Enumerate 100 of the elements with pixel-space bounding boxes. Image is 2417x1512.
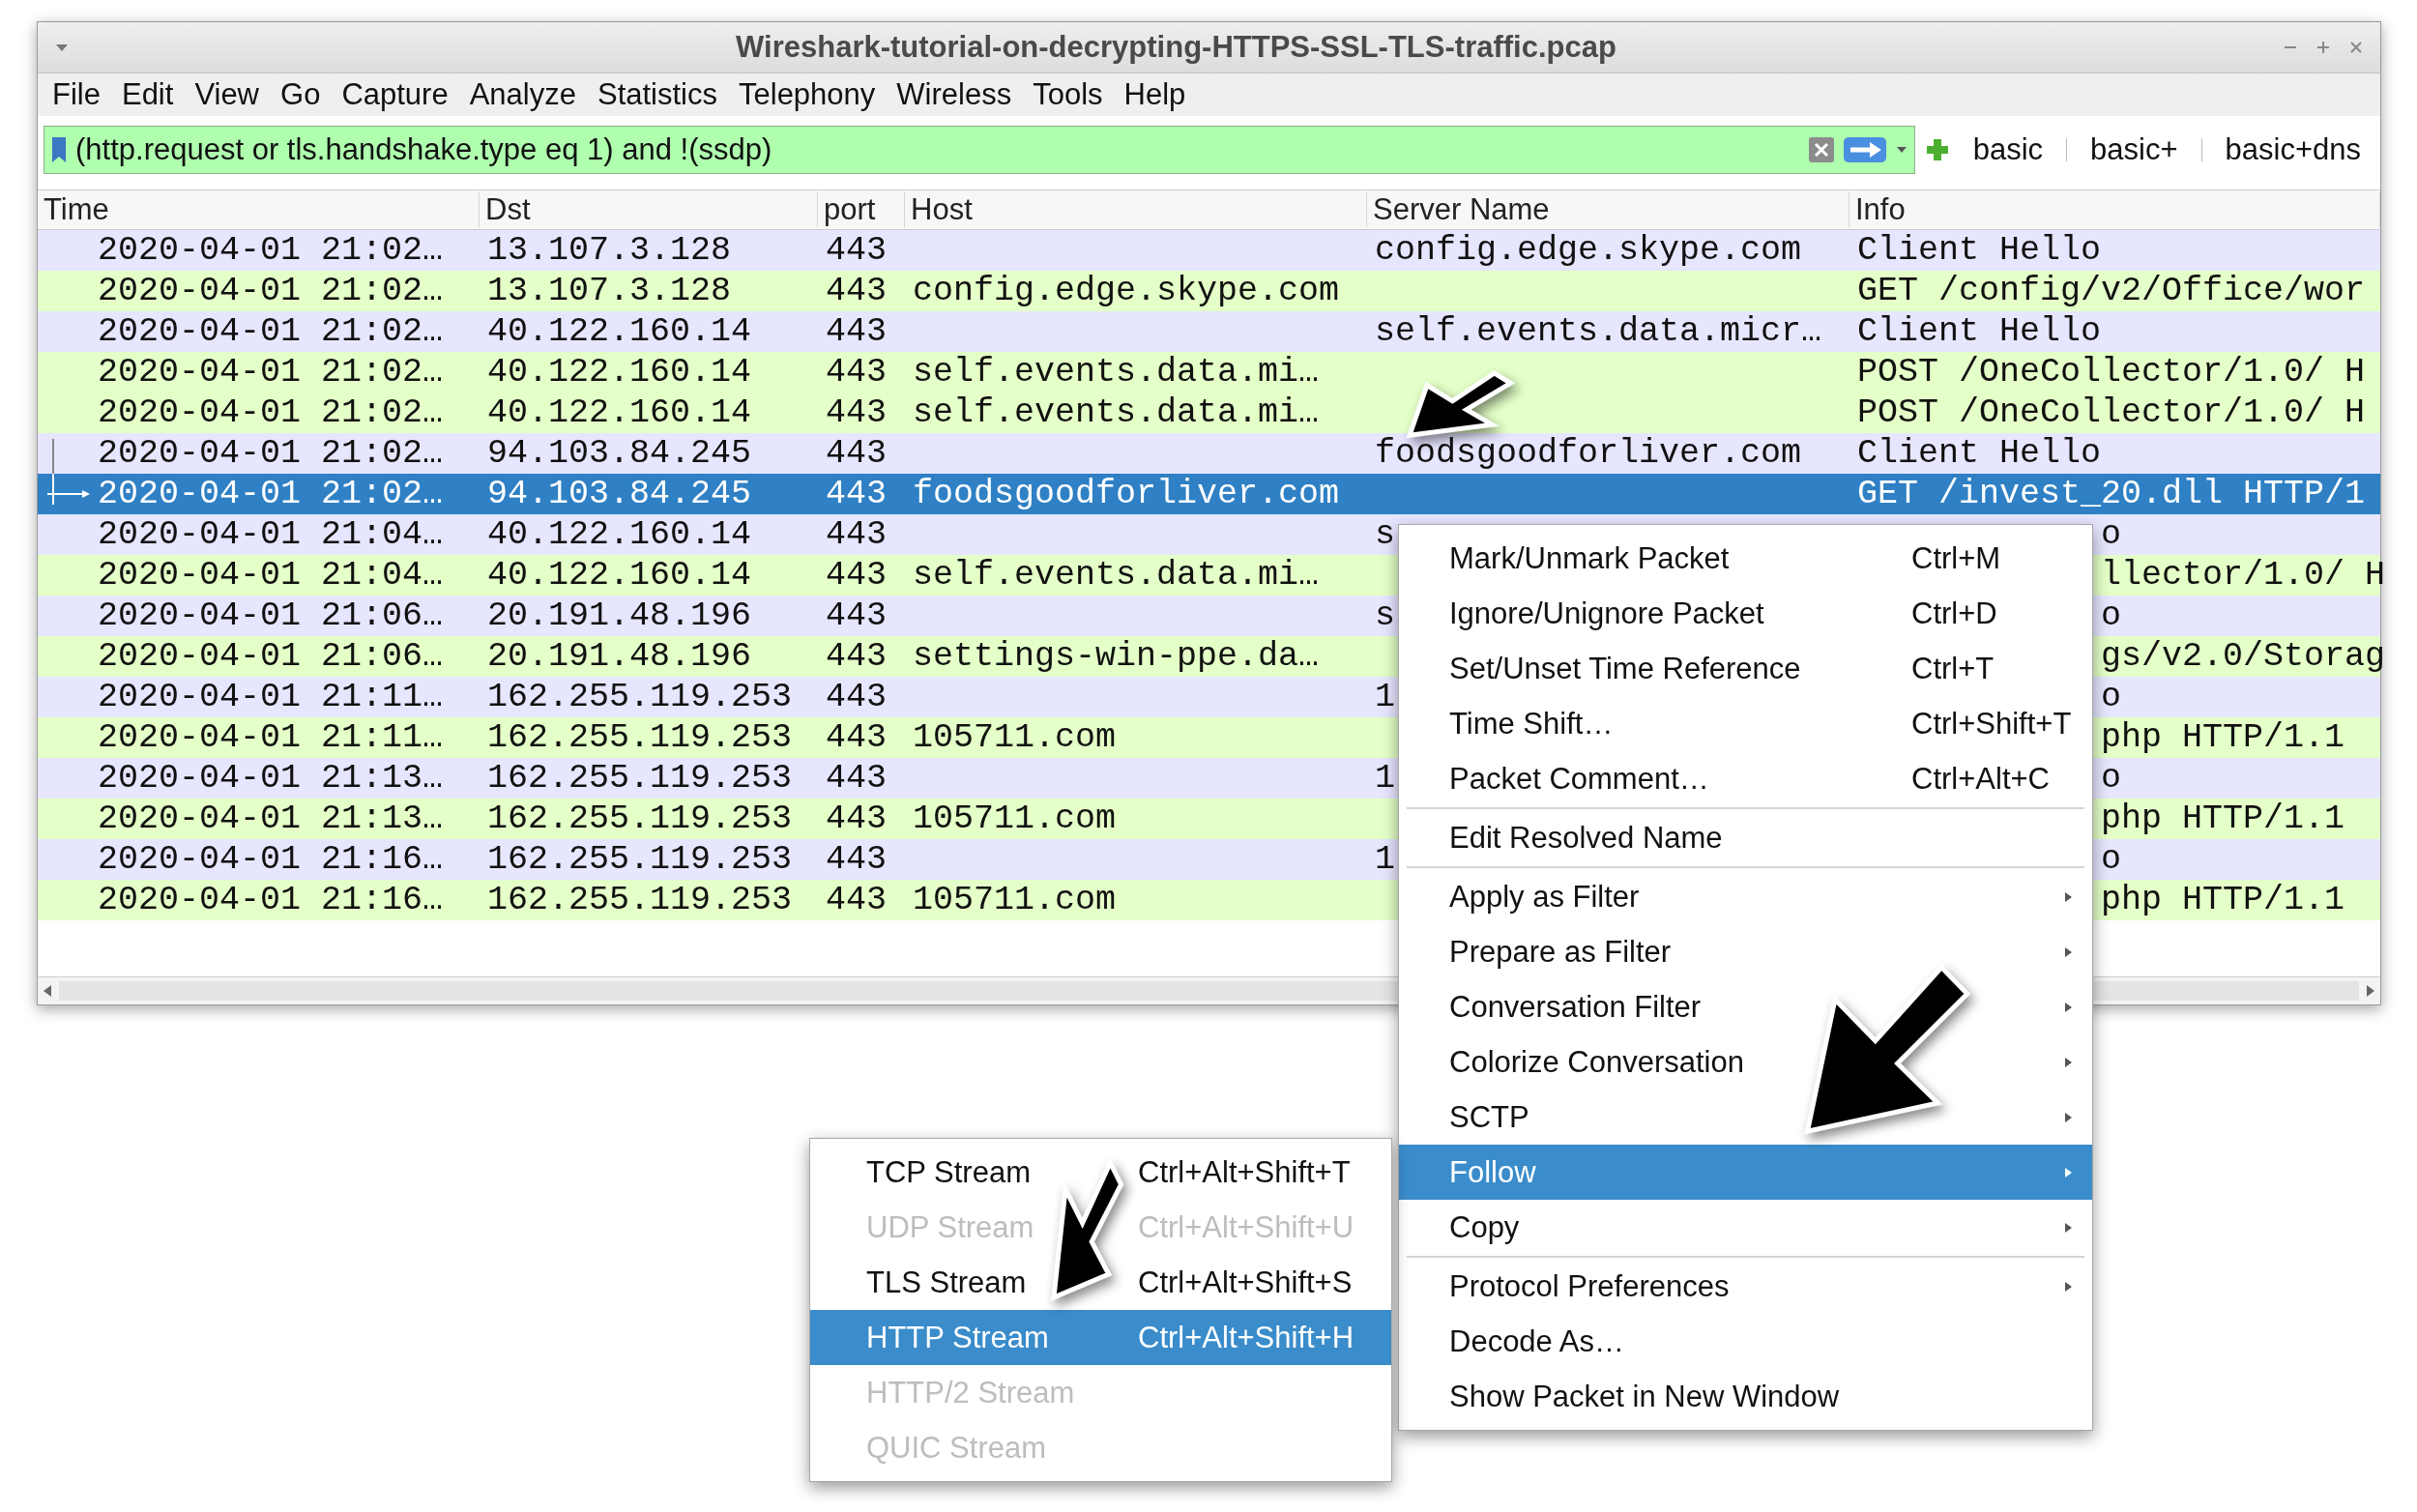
table-cell-text: Client Hello	[1856, 312, 2102, 351]
table-cell: 2020-04-01 21:02…	[98, 272, 444, 310]
table-cell-text: 443	[825, 312, 887, 351]
add-button-icon[interactable]	[1924, 137, 1950, 162]
shortcut-text: Ctrl+Alt+Shift+U	[1138, 1209, 1355, 1245]
shortcut-text: Ctrl+Alt+Shift+S	[1138, 1265, 1354, 1300]
table-cell: 2020-04-01 21:06…	[98, 596, 444, 635]
menu-item[interactable]: TCP Stream Ctrl+Alt+Shift+T	[810, 1145, 1391, 1200]
table-cell-text: 1	[1374, 840, 1395, 879]
table-cell-text: o	[2100, 515, 2122, 554]
menu-item[interactable]: SCTP	[1399, 1090, 2092, 1145]
scroll-right-icon[interactable]	[2365, 984, 2376, 998]
table-cell-text: POST /OneCollector/1.0/ H	[1856, 393, 2366, 432]
table-cell: 2020-04-01 21:02…	[98, 393, 444, 432]
column-header[interactable]: Dst	[480, 192, 818, 227]
menu-item[interactable]: File	[44, 75, 109, 114]
table-cell-text: 443	[825, 231, 887, 270]
menu-item[interactable]: Edit	[112, 75, 183, 114]
table-cell-text: 20.191.48.196	[486, 637, 752, 676]
table-cell-text: 443	[825, 759, 887, 798]
table-cell: 2020-04-01 21:02…	[98, 434, 444, 473]
table-cell-text: php HTTP/1.1	[2100, 881, 2345, 919]
packet-row[interactable]: 2020-04-01 21:02… 40.122.160.14 443 self.events.data.micr… Client Hello	[38, 311, 2380, 352]
table-cell-text: self.events.data.mi…	[912, 556, 1320, 595]
packet-row[interactable]: 2020-04-01 21:02… 13.107.3.128 443 config.edge.skype.com Client Hello	[38, 230, 2380, 271]
menu-item[interactable]: View	[186, 75, 268, 114]
column-header[interactable]: Time	[38, 192, 480, 227]
table-cell-text: 1	[1374, 678, 1395, 716]
table-cell: 2020-04-01 21:02…	[98, 231, 444, 270]
table-cell-text: 443	[825, 475, 887, 513]
packet-row[interactable]: 2020-04-01 21:02… 40.122.160.14 443 self.events.data.mi… POST /OneCollector/1.0/ H	[38, 393, 2380, 433]
menu-item[interactable]: Help	[1115, 75, 1195, 114]
table-cell-text: 443	[825, 556, 887, 595]
scroll-left-icon[interactable]	[42, 984, 53, 998]
table-cell-text: 443	[825, 272, 887, 310]
table-cell-text: 13.107.3.128	[486, 272, 732, 310]
menu-item[interactable]: Go	[272, 75, 330, 114]
table-cell-text: 443	[825, 678, 887, 716]
menu-item[interactable]: Analyze	[460, 75, 585, 114]
menu-item[interactable]: Protocol Preferences	[1399, 1259, 2092, 1314]
shortcut-text: Ctrl+D	[1911, 596, 1998, 631]
filter-input[interactable]: (http.request or tls.handshake.type eq 1) and !(ssdp)	[75, 132, 1800, 167]
table-cell-text: foodsgoodforliver.com	[1374, 434, 1802, 473]
menu-item[interactable]: Copy	[1399, 1200, 2092, 1255]
menu-item[interactable]: Follow	[1399, 1145, 2092, 1200]
table-cell: 2020-04-01 21:04…	[98, 515, 444, 554]
bookmark-icon[interactable]	[50, 135, 68, 164]
filter-button[interactable]: basic	[1959, 132, 2057, 167]
clear-icon[interactable]	[1807, 136, 1835, 163]
table-cell-text: o	[2100, 678, 2122, 716]
packet-row[interactable]: 2020-04-01 21:02… 94.103.84.245 443 foodsgoodforliver.com GET /invest_20.dll HTTP/1	[38, 474, 2380, 514]
menu-item[interactable]: Colorize Conversation	[1399, 1034, 2092, 1090]
table-cell-text: 40.122.160.14	[486, 353, 752, 392]
filter-button[interactable]: basic+dns	[2211, 132, 2374, 167]
table-cell-text: self.events.data.micr…	[1374, 312, 1822, 351]
column-header[interactable]: Server Name	[1367, 192, 1849, 227]
table-cell-text: POST /OneCollector/1.0/ H	[1856, 353, 2366, 392]
table-cell-text: Client Hello	[1856, 434, 2102, 473]
table-cell: 2020-04-01 21:02…	[98, 475, 444, 513]
table-cell-text: 40.122.160.14	[486, 393, 752, 432]
table-cell-text: 443	[825, 881, 887, 919]
table-cell-text: settings-win-ppe.da…	[912, 637, 1320, 676]
table-cell-text: 162.255.119.253	[486, 678, 793, 716]
menu-item[interactable]: Show Packet in New Window	[1399, 1369, 2092, 1424]
table-cell-text: 443	[825, 434, 887, 473]
table-cell-text: GET /config/v2/Office/wor	[1856, 272, 2366, 310]
column-header[interactable]: Info	[1849, 192, 2380, 227]
table-cell-text: GET /invest_20.dll HTTP/1	[1856, 475, 2366, 513]
table-cell-text: s	[1374, 515, 1395, 554]
menu-item[interactable]: Wireless	[888, 75, 1021, 114]
menu-item[interactable]: Statistics	[588, 75, 726, 114]
column-header[interactable]: port	[818, 192, 905, 227]
menu-item[interactable]: HTTP Stream Ctrl+Alt+Shift+H	[810, 1310, 1391, 1365]
table-cell-text: 443	[825, 353, 887, 392]
menu-item[interactable]: Prepare as Filter	[1399, 924, 2092, 979]
menu-item[interactable]: Tools	[1024, 75, 1112, 114]
table-cell: 2020-04-01 21:16…	[98, 840, 444, 879]
table-cell-text: 443	[825, 596, 887, 635]
menu-item[interactable]: Decode As…	[1399, 1314, 2092, 1369]
table-cell-text: 94.103.84.245	[486, 475, 752, 513]
menu-item[interactable]: TLS Stream Ctrl+Alt+Shift+S	[810, 1255, 1391, 1310]
shortcut-text: Ctrl+Alt+Shift+H	[1138, 1320, 1355, 1355]
table-cell-text: 40.122.160.14	[486, 312, 752, 351]
packet-row[interactable]: 2020-04-01 21:02… 13.107.3.128 443 config.edge.skype.com GET /config/v2/Office/wor	[38, 271, 2380, 311]
filter-field[interactable]: (http.request or tls.handshake.type eq 1) and !(ssdp)	[44, 126, 1915, 174]
shortcut-text: Ctrl+Alt+Shift+T	[1138, 1154, 1352, 1190]
table-cell: 2020-04-01 21:11…	[98, 718, 444, 757]
table-cell: 2020-04-01 21:16…	[98, 881, 444, 919]
filter-button[interactable]: basic+	[2077, 132, 2192, 167]
table-cell-text: 1	[1374, 759, 1395, 798]
menu-item[interactable]: Conversation Filter	[1399, 979, 2092, 1034]
packet-row[interactable]: 2020-04-01 21:02… 94.103.84.245 443 foodsgoodforliver.com Client Hello	[38, 433, 2380, 474]
table-cell: 2020-04-01 21:02…	[98, 312, 444, 351]
table-cell-text: 40.122.160.14	[486, 556, 752, 595]
column-header[interactable]: Host	[905, 192, 1367, 227]
table-cell-text: 162.255.119.253	[486, 800, 793, 838]
menu-item[interactable]: Capture	[333, 75, 457, 114]
packet-row[interactable]: 2020-04-01 21:02… 40.122.160.14 443 self.events.data.mi… POST /OneCollector/1.0/ H	[38, 352, 2380, 393]
menu-item[interactable]: Telephony	[730, 75, 885, 114]
table-cell: 2020-04-01 21:04…	[98, 556, 444, 595]
